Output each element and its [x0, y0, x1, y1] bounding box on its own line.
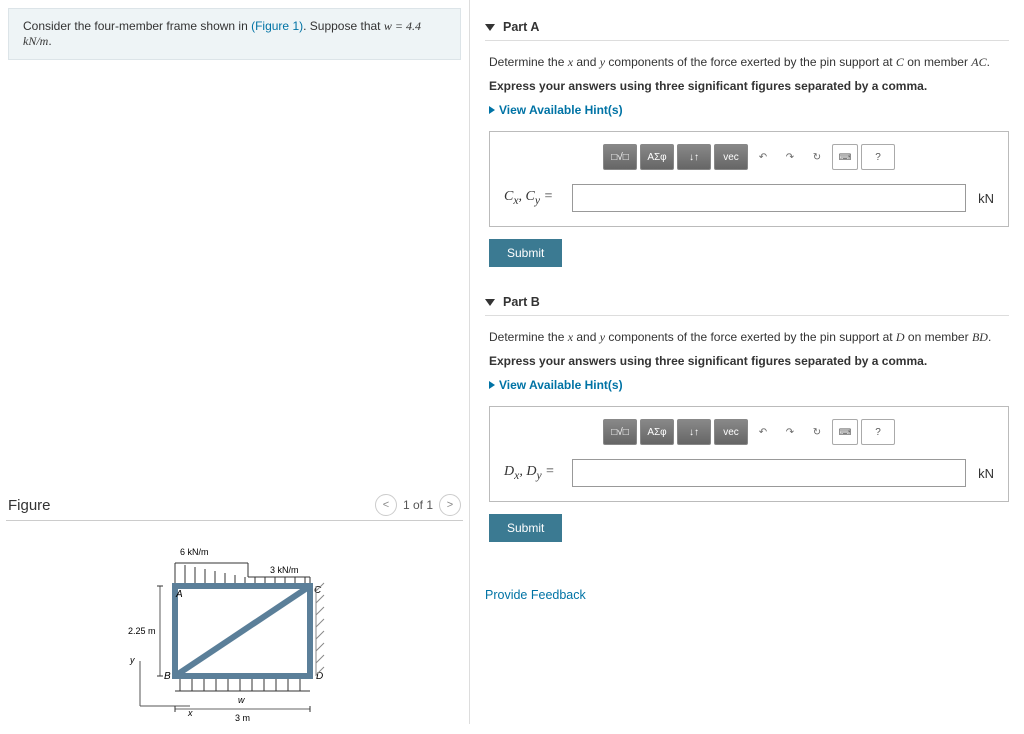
part-a-title: Part A [503, 20, 539, 34]
svg-text:6 kN/m: 6 kN/m [180, 547, 209, 557]
problem-intro: Consider the four-member frame shown in … [8, 8, 461, 60]
subscript-button[interactable]: ↓↑ [677, 144, 711, 170]
intro-prefix: Consider the four-member frame shown in [23, 19, 251, 33]
part-b-submit-button[interactable]: Submit [489, 514, 562, 542]
part-a-header[interactable]: Part A [485, 20, 1009, 41]
part-b-answer-box: □√□ ΑΣφ ↓↑ vec ↶ ↷ ↻ ⌨ ? Dx, Dy = kN [489, 406, 1009, 502]
part-a-instruction: Express your answers using three signifi… [489, 79, 1009, 93]
svg-text:w: w [238, 695, 245, 705]
part-b-variable-label: Dx, Dy = [504, 464, 564, 482]
part-b-section: Part B Determine the x and y components … [485, 295, 1009, 542]
collapse-icon [485, 24, 495, 31]
part-a-submit-button[interactable]: Submit [489, 239, 562, 267]
redo-button[interactable]: ↷ [778, 419, 802, 445]
help-button[interactable]: ? [861, 419, 895, 445]
vector-button[interactable]: vec [714, 144, 748, 170]
undo-button[interactable]: ↶ [751, 144, 775, 170]
svg-text:y: y [129, 655, 135, 665]
collapse-icon [485, 299, 495, 306]
part-b-header[interactable]: Part B [485, 295, 1009, 316]
undo-button[interactable]: ↶ [751, 419, 775, 445]
part-a-description: Determine the x and y components of the … [489, 53, 1009, 71]
figure-link[interactable]: (Figure 1) [251, 19, 303, 33]
part-b-unit: kN [978, 466, 994, 481]
redo-button[interactable]: ↷ [778, 144, 802, 170]
greek-button[interactable]: ΑΣφ [640, 419, 674, 445]
templates-button[interactable]: □√□ [603, 144, 637, 170]
part-a-hints-link[interactable]: View Available Hint(s) [489, 103, 1009, 117]
figure-page: 1 of 1 [403, 498, 433, 512]
figure-pager: < 1 of 1 > [375, 494, 461, 516]
part-b-answer-input[interactable] [572, 459, 966, 487]
part-a-answer-box: □√□ ΑΣφ ↓↑ vec ↶ ↷ ↻ ⌨ ? Cx, Cy = kN [489, 131, 1009, 227]
part-a-unit: kN [978, 191, 994, 206]
figure-title: Figure [8, 497, 375, 514]
intro-suffix: . Suppose that [303, 19, 384, 33]
part-a-answer-input[interactable] [572, 184, 966, 212]
figure-next-button[interactable]: > [439, 494, 461, 516]
part-a-variable-label: Cx, Cy = [504, 189, 564, 207]
templates-button[interactable]: □√□ [603, 419, 637, 445]
vector-button[interactable]: vec [714, 419, 748, 445]
part-b-hints-link[interactable]: View Available Hint(s) [489, 378, 1009, 392]
reset-button[interactable]: ↻ [805, 419, 829, 445]
chevron-right-icon [489, 106, 495, 114]
svg-text:x: x [187, 708, 193, 718]
help-button[interactable]: ? [861, 144, 895, 170]
reset-button[interactable]: ↻ [805, 144, 829, 170]
provide-feedback-link[interactable]: Provide Feedback [485, 588, 586, 602]
subscript-button[interactable]: ↓↑ [677, 419, 711, 445]
part-b-instruction: Express your answers using three signifi… [489, 354, 1009, 368]
chevron-right-icon [489, 381, 495, 389]
greek-button[interactable]: ΑΣφ [640, 144, 674, 170]
equation-toolbar: □√□ ΑΣφ ↓↑ vec ↶ ↷ ↻ ⌨ ? [504, 419, 994, 445]
figure-diagram: y x [6, 531, 463, 734]
figure-header: Figure < 1 of 1 > [6, 490, 463, 521]
keyboard-button[interactable]: ⌨ [832, 419, 858, 445]
svg-text:3 kN/m: 3 kN/m [270, 565, 299, 575]
part-a-section: Part A Determine the x and y components … [485, 20, 1009, 267]
part-b-title: Part B [503, 295, 540, 309]
keyboard-button[interactable]: ⌨ [832, 144, 858, 170]
part-b-description: Determine the x and y components of the … [489, 328, 1009, 346]
svg-text:D: D [316, 671, 323, 682]
svg-text:B: B [164, 671, 171, 682]
figure-prev-button[interactable]: < [375, 494, 397, 516]
svg-text:2.25 m: 2.25 m [128, 626, 156, 636]
svg-text:A: A [175, 589, 183, 600]
svg-text:3 m: 3 m [235, 713, 250, 723]
equation-toolbar: □√□ ΑΣφ ↓↑ vec ↶ ↷ ↻ ⌨ ? [504, 144, 994, 170]
